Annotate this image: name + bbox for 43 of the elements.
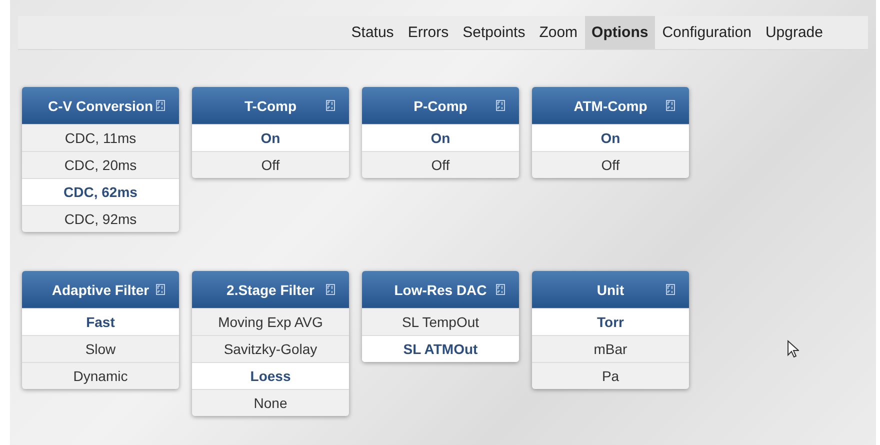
option-item[interactable]: Moving Exp AVG: [192, 308, 349, 335]
glyph-box-icon: [496, 100, 505, 111]
nav-tab[interactable]: Configuration: [655, 16, 758, 49]
nav-tab[interactable]: Upgrade: [758, 16, 830, 49]
option-item[interactable]: On: [362, 124, 519, 151]
card-title: Adaptive Filter: [52, 282, 150, 298]
option-item[interactable]: mBar: [532, 335, 689, 362]
option-item[interactable]: On: [532, 124, 689, 151]
glyph-box-icon: [156, 100, 165, 111]
option-item[interactable]: Loess: [192, 362, 349, 389]
option-item[interactable]: CDC, 62ms: [22, 178, 179, 205]
option-item[interactable]: CDC, 11ms: [22, 124, 179, 151]
glyph-box-icon: [326, 100, 335, 111]
card-title: Low-Res DAC: [394, 282, 487, 298]
nav-tab[interactable]: Errors: [400, 16, 456, 49]
option-item[interactable]: On: [192, 124, 349, 151]
glyph-box-icon: [156, 284, 165, 295]
glyph-box-icon: [496, 284, 505, 295]
glyph-box-icon: [666, 284, 675, 295]
option-item[interactable]: Torr: [532, 308, 689, 335]
nav-tab[interactable]: Setpoints: [456, 16, 532, 49]
option-item[interactable]: Off: [532, 151, 689, 178]
nav-tab[interactable]: Status: [344, 16, 401, 49]
option-item[interactable]: Dynamic: [22, 362, 179, 389]
option-item[interactable]: Off: [192, 151, 349, 178]
option-item[interactable]: Slow: [22, 335, 179, 362]
option-item[interactable]: CDC, 92ms: [22, 205, 179, 232]
card-title: ATM-Comp: [574, 98, 648, 114]
option-item[interactable]: Fast: [22, 308, 179, 335]
card-title: P-Comp: [414, 98, 468, 114]
option-item[interactable]: Off: [362, 151, 519, 178]
option-item[interactable]: Pa: [532, 362, 689, 389]
option-item[interactable]: None: [192, 389, 349, 416]
glyph-box-icon: [326, 284, 335, 295]
card-title: Unit: [596, 282, 624, 298]
card-title: C-V Conversion: [48, 98, 153, 114]
card-title: T-Comp: [244, 98, 297, 114]
glyph-box-icon: [666, 100, 675, 111]
nav-tab[interactable]: Options: [584, 16, 656, 49]
nav-tab[interactable]: Zoom: [532, 16, 585, 49]
card-title: 2.Stage Filter: [226, 282, 314, 298]
option-item[interactable]: SL ATMOut: [362, 335, 519, 362]
cursor-icon: [787, 340, 799, 358]
